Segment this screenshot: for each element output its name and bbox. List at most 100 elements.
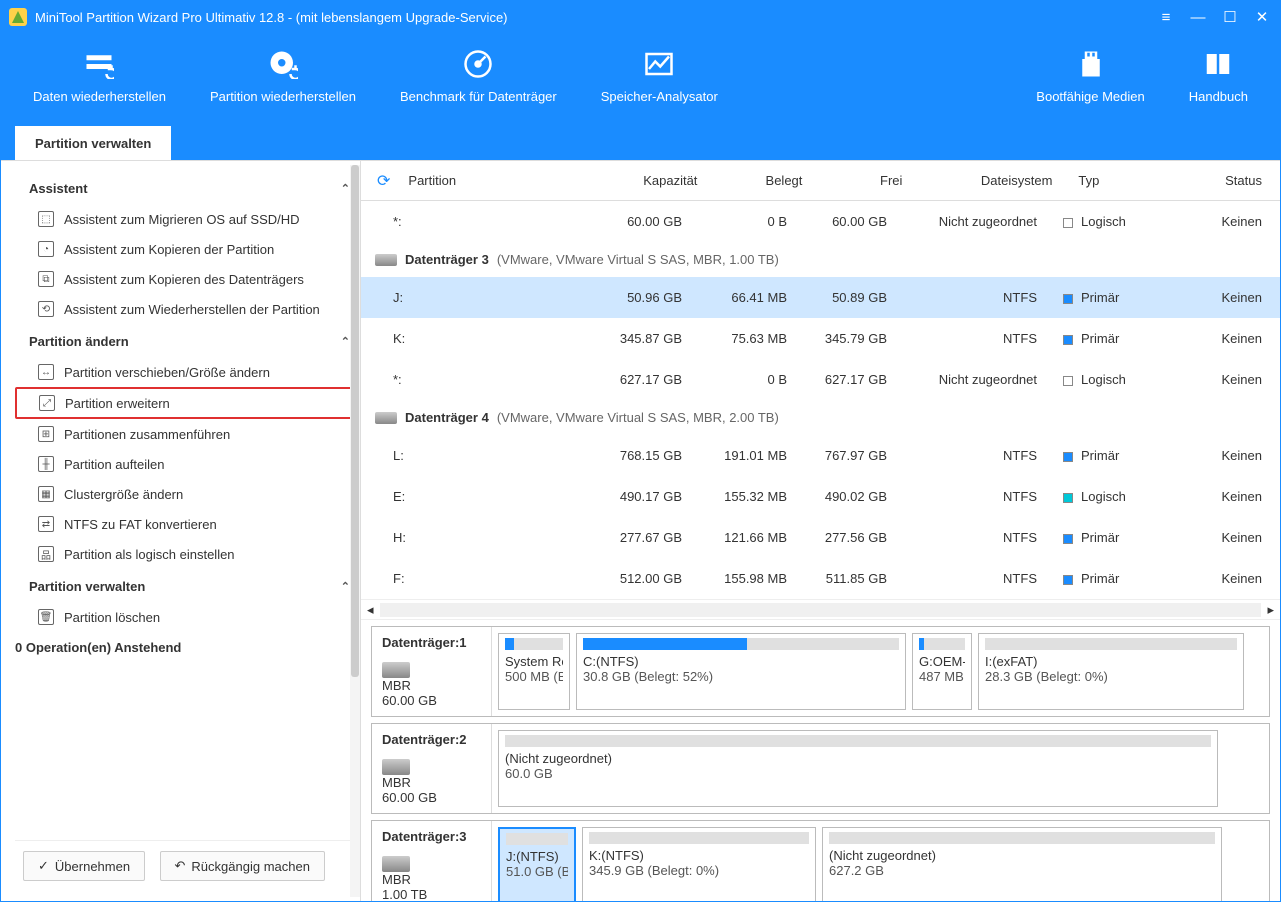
close-button[interactable]: ✕ (1252, 8, 1272, 26)
disk-map-partition[interactable]: J:(NTFS)51.0 GB (Bel (498, 827, 576, 901)
partition-row[interactable]: F:512.00 GB155.98 MB511.85 GBNTFSPrimärK… (361, 558, 1280, 599)
disk-map-partition[interactable]: (Nicht zugeordnet)60.0 GB (498, 730, 1218, 807)
disk-map-info: Datenträger:2MBR60.00 GB (372, 724, 492, 813)
col-partition[interactable]: Partition (400, 167, 590, 194)
window-title: MiniTool Partition Wizard Pro Ultimativ … (35, 10, 1156, 25)
chevron-up-icon: ⌃ (341, 182, 350, 195)
type-color-icon (1063, 452, 1073, 462)
partition-row[interactable]: K:345.87 GB75.63 MB345.79 GBNTFSPrimärKe… (361, 318, 1280, 359)
migrate-icon: ⬚ (38, 211, 54, 227)
disk-header-row[interactable]: Datenträger 4 (VMware, VMware Virtual S … (361, 400, 1280, 435)
horizontal-scrollbar[interactable]: ◂▸ (361, 599, 1280, 619)
usage-bar (589, 832, 809, 844)
extend-icon: ⤢ (39, 395, 55, 411)
app-window: MiniTool Partition Wizard Pro Ultimativ … (0, 0, 1281, 902)
delete-partition[interactable]: 🗑Partition löschen (15, 602, 356, 632)
apply-button[interactable]: ✓Übernehmen (23, 851, 145, 881)
disk-map-partition[interactable]: I:(exFAT)28.3 GB (Belegt: 0%) (978, 633, 1244, 710)
benchmark-icon (463, 49, 493, 79)
book-icon (1203, 49, 1233, 79)
col-free[interactable]: Frei (810, 167, 910, 194)
recover-partition-icon (268, 49, 298, 79)
recover-data-button[interactable]: Daten wiederherstellen (11, 49, 188, 104)
partition-row[interactable]: E:490.17 GB155.32 MB490.02 GBNTFSLogisch… (361, 476, 1280, 517)
assist-copy-disk[interactable]: ⧉Assistent zum Kopieren des Datenträgers (15, 264, 356, 294)
type-color-icon (1063, 218, 1073, 228)
partition-row[interactable]: J:50.96 GB66.41 MB50.89 GBNTFSPrimärKein… (361, 277, 1280, 318)
col-status[interactable]: Status (1190, 167, 1280, 194)
menu-icon[interactable]: ≡ (1156, 9, 1176, 26)
partition-grid: *:60.00 GB0 B60.00 GBNicht zugeordnetLog… (361, 201, 1280, 599)
trash-icon: 🗑 (38, 609, 54, 625)
usage-bar (505, 735, 1211, 747)
usage-bar (505, 638, 563, 650)
partition-row[interactable]: H:277.67 GB121.66 MB277.56 GBNTFSPrimärK… (361, 517, 1280, 558)
disk-icon (375, 254, 397, 266)
disk-map-partition[interactable]: (Nicht zugeordnet)627.2 GB (822, 827, 1222, 901)
assist-recover-partition[interactable]: ⟲Assistent zum Wiederherstellen der Part… (15, 294, 356, 324)
benchmark-button[interactable]: Benchmark für Datenträger (378, 49, 579, 104)
manual-button[interactable]: Handbuch (1167, 49, 1270, 104)
split-partition[interactable]: ╫Partition aufteilen (15, 449, 356, 479)
type-color-icon (1063, 493, 1073, 503)
logical-icon: 品 (38, 546, 54, 562)
app-logo-icon (9, 8, 27, 26)
col-used[interactable]: Belegt (705, 167, 810, 194)
disk-icon (375, 412, 397, 424)
set-logical[interactable]: 品Partition als logisch einstellen (15, 539, 356, 569)
disk-map-partition[interactable]: C:(NTFS)30.8 GB (Belegt: 52%) (576, 633, 906, 710)
disk-map-row: Datenträger:3MBR1.00 TBJ:(NTFS)51.0 GB (… (371, 820, 1270, 901)
chevron-up-icon: ⌃ (341, 335, 350, 348)
extend-partition[interactable]: ⤢Partition erweitern (15, 387, 356, 419)
disk-map-panel: Datenträger:1MBR60.00 GBSystem Rese500 M… (361, 619, 1280, 901)
assist-copy-partition[interactable]: ◔Assistent zum Kopieren der Partition (15, 234, 356, 264)
disk-icon (382, 662, 410, 678)
sidebar-header-assistant[interactable]: Assistent⌃ (15, 171, 356, 204)
refresh-icon[interactable]: ⟳ (367, 171, 400, 191)
titlebar: MiniTool Partition Wizard Pro Ultimativ … (1, 1, 1280, 33)
disk-map-partition[interactable]: G:OEM-Part487 MB (Bel (912, 633, 972, 710)
analyzer-button[interactable]: Speicher-Analysator (579, 49, 740, 104)
tab-manage-partition[interactable]: Partition verwalten (15, 126, 171, 161)
move-resize-partition[interactable]: ↔Partition verschieben/Größe ändern (15, 357, 356, 387)
type-color-icon (1063, 534, 1073, 544)
pending-operations: 0 Operation(en) Anstehend (15, 632, 356, 663)
col-filesystem[interactable]: Dateisystem (910, 167, 1060, 194)
maximize-button[interactable]: ☐ (1220, 8, 1240, 26)
col-capacity[interactable]: Kapazität (590, 167, 705, 194)
usage-bar (985, 638, 1237, 650)
main-toolbar: Daten wiederherstellen Partition wiederh… (1, 33, 1280, 126)
partition-row[interactable]: *:60.00 GB0 B60.00 GBNicht zugeordnetLog… (361, 201, 1280, 242)
disk-map-row: Datenträger:1MBR60.00 GBSystem Rese500 M… (371, 626, 1270, 717)
usage-bar (583, 638, 899, 650)
ntfs-to-fat[interactable]: ⇄NTFS zu FAT konvertieren (15, 509, 356, 539)
main-panel: ⟳ Partition Kapazität Belegt Frei Dateis… (361, 161, 1280, 901)
boot-media-button[interactable]: Bootfähige Medien (1014, 49, 1166, 104)
undo-icon: ↶ (175, 858, 186, 874)
sidebar-scrollbar[interactable] (350, 165, 360, 897)
grid-header: ⟳ Partition Kapazität Belegt Frei Dateis… (361, 161, 1280, 201)
disk-icon (382, 856, 410, 872)
type-color-icon (1063, 294, 1073, 304)
disk-icon (382, 759, 410, 775)
sidebar-header-manage[interactable]: Partition verwalten⌃ (15, 569, 356, 602)
usage-bar (506, 833, 568, 845)
merge-partitions[interactable]: ⊞Partitionen zusammenführen (15, 419, 356, 449)
partition-row[interactable]: L:768.15 GB191.01 MB767.97 GBNTFSPrimärK… (361, 435, 1280, 476)
disk-header-row[interactable]: Datenträger 3 (VMware, VMware Virtual S … (361, 242, 1280, 277)
change-cluster[interactable]: ▦Clustergröße ändern (15, 479, 356, 509)
undo-button[interactable]: ↶Rückgängig machen (160, 851, 325, 881)
sidebar-header-change[interactable]: Partition ändern⌃ (15, 324, 356, 357)
disk-map-row: Datenträger:2MBR60.00 GB(Nicht zugeordne… (371, 723, 1270, 814)
copy-partition-icon: ◔ (38, 241, 54, 257)
disk-map-partition[interactable]: K:(NTFS)345.9 GB (Belegt: 0%) (582, 827, 816, 901)
copy-disk-icon: ⧉ (38, 271, 54, 287)
minimize-button[interactable]: — (1188, 9, 1208, 26)
recover-partition-button[interactable]: Partition wiederherstellen (188, 49, 378, 104)
check-icon: ✓ (38, 858, 49, 874)
col-type[interactable]: Typ (1060, 167, 1190, 194)
disk-map-partition[interactable]: System Rese500 MB (Bel (498, 633, 570, 710)
partition-row[interactable]: *:627.17 GB0 B627.17 GBNicht zugeordnetL… (361, 359, 1280, 400)
cluster-icon: ▦ (38, 486, 54, 502)
assist-migrate-os[interactable]: ⬚Assistent zum Migrieren OS auf SSD/HD (15, 204, 356, 234)
